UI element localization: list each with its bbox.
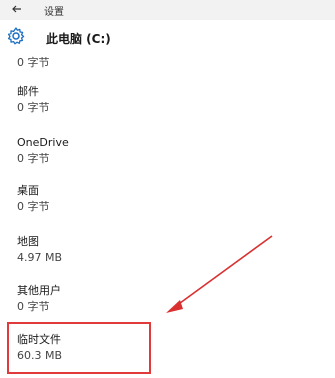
item-label: OneDrive	[17, 136, 69, 149]
list-item-other-users[interactable]: 其他用户 0 字节	[17, 284, 61, 314]
list-item[interactable]: 0 字节	[17, 54, 50, 70]
item-value: 0 字节	[17, 152, 50, 165]
highlight-box	[7, 322, 151, 374]
item-label: 地图	[17, 235, 39, 248]
item-value: 4.97 MB	[17, 251, 63, 264]
item-value: 0 字节	[17, 200, 50, 213]
item-label: 邮件	[17, 85, 39, 98]
item-value: 0 字节	[17, 56, 50, 69]
item-label: 桌面	[17, 184, 39, 197]
list-item-mail[interactable]: 邮件 0 字节	[17, 85, 50, 115]
item-value: 0 字节	[17, 300, 50, 313]
item-label: 其他用户	[17, 284, 61, 297]
item-value: 0 字节	[17, 101, 50, 114]
list-item-onedrive[interactable]: OneDrive 0 字节	[17, 136, 69, 166]
list-item-maps[interactable]: 地图 4.97 MB	[17, 235, 62, 265]
list-item-desktop[interactable]: 桌面 0 字节	[17, 184, 50, 214]
